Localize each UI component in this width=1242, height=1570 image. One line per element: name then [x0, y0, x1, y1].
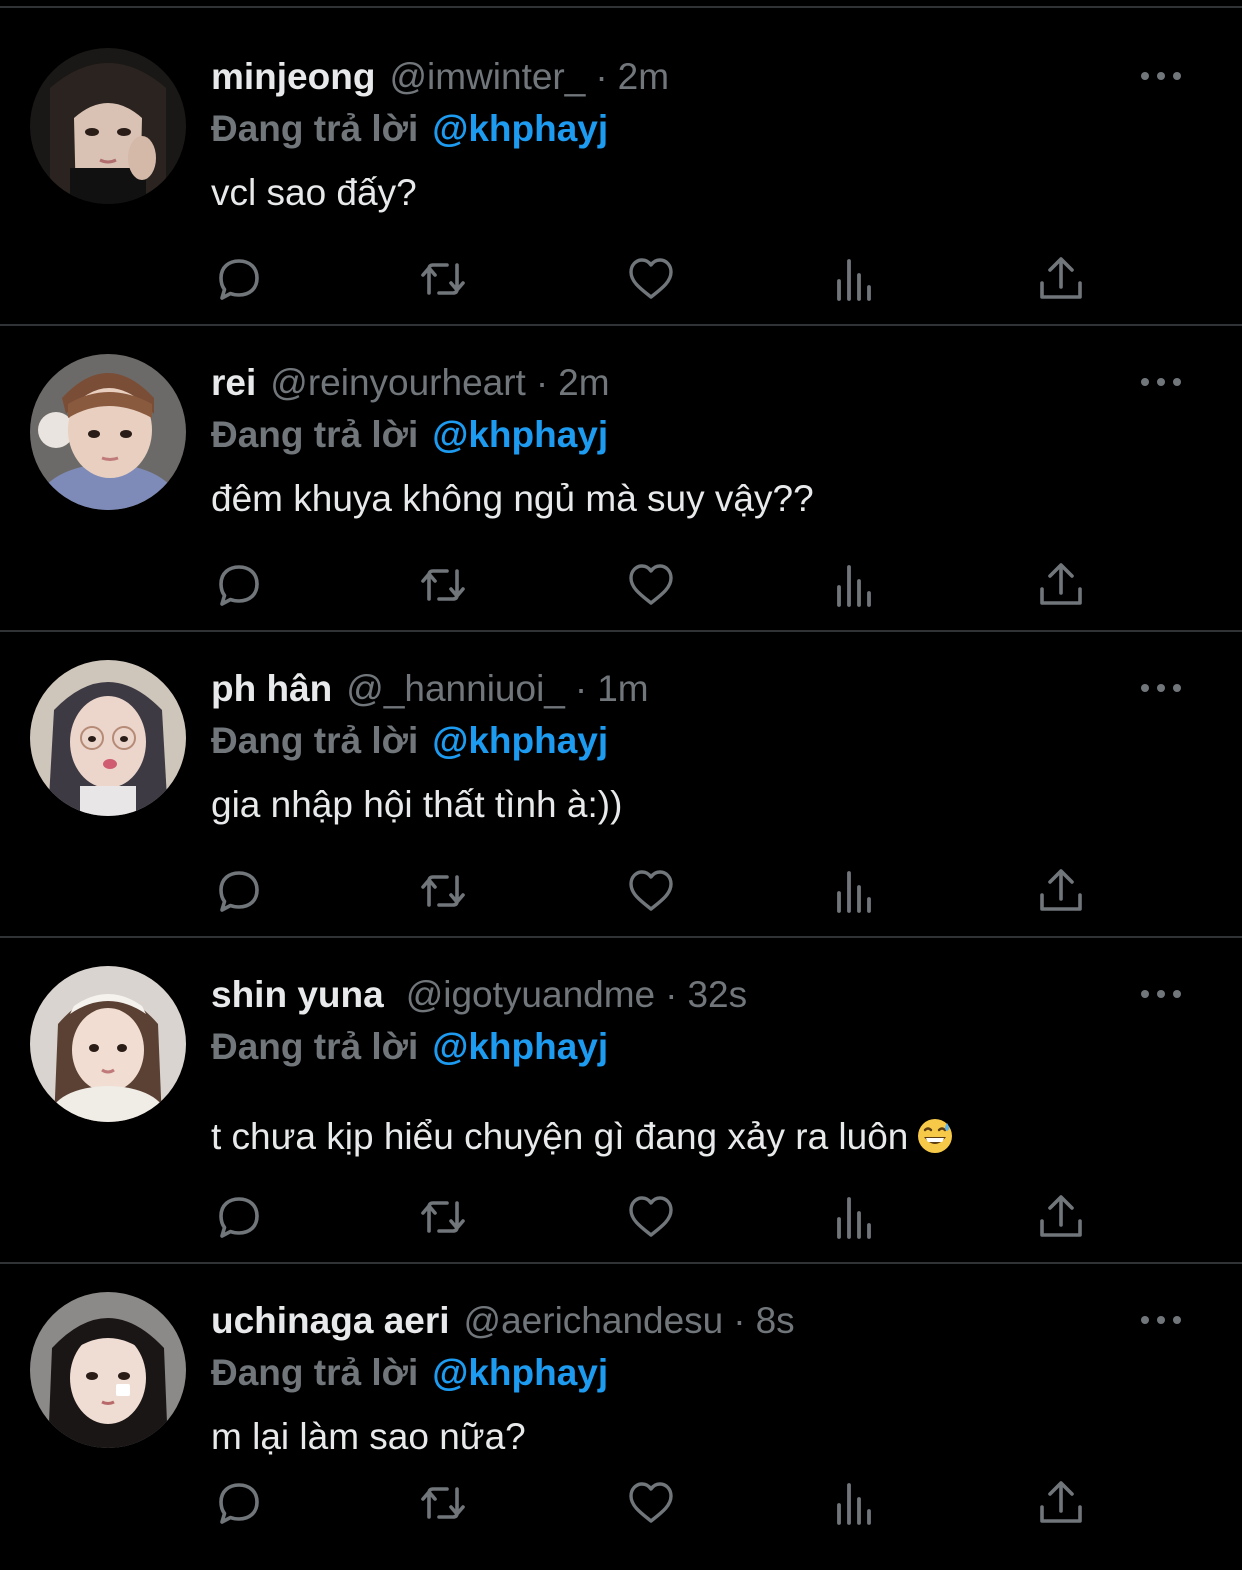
separator-dot: ·: [535, 362, 549, 403]
retweet-icon[interactable]: [415, 251, 471, 307]
replying-to-handle[interactable]: @khphayj: [432, 1026, 608, 1067]
tweet[interactable]: uchinaga aeri @aerichandesu · 8s Đang trả l…: [0, 1264, 1242, 1570]
replying-to-label: Đang trả lời: [211, 720, 419, 761]
separator-dot: ·: [665, 974, 678, 1015]
replying-to-label: Đang trả lời: [211, 1026, 419, 1067]
more-options-icon[interactable]: [1138, 372, 1184, 392]
tweet-text-row: t chưa kịp hiểu chuyện gì đang xảy ra lu…: [211, 1114, 954, 1160]
user-handle[interactable]: @imwinter_: [389, 56, 585, 97]
share-icon[interactable]: [1033, 557, 1089, 613]
like-icon[interactable]: [623, 557, 679, 613]
views-icon[interactable]: [827, 251, 883, 307]
reply-icon[interactable]: [211, 251, 267, 307]
tweet-text: đêm khuya không ngủ mà suy vậy??: [211, 478, 814, 519]
action-bar: [211, 557, 1111, 613]
views-icon[interactable]: [827, 557, 883, 613]
avatar-image: [30, 966, 186, 1122]
more-options-icon[interactable]: [1138, 678, 1184, 698]
action-bar: [211, 1475, 1111, 1531]
tweet-header: shin yuna @igotyuandme · 32s: [211, 972, 747, 1018]
user-handle[interactable]: @igotyuandme: [406, 974, 655, 1015]
avatar[interactable]: [30, 48, 186, 204]
replying-to-handle[interactable]: @khphayj: [432, 1352, 608, 1393]
tweet-header: minjeong @imwinter_ · 2m: [211, 54, 669, 100]
tweet[interactable]: minjeong @imwinter_ · 2m Đang trả lời @khpha…: [0, 20, 1242, 326]
avatar-image: [30, 354, 186, 510]
like-icon[interactable]: [623, 863, 679, 919]
tweet-header: uchinaga aeri @aerichandesu · 8s: [211, 1298, 795, 1344]
grinning-sweat-emoji: [918, 1119, 953, 1153]
retweet-icon[interactable]: [415, 1475, 471, 1531]
timestamp[interactable]: 2m: [618, 56, 669, 97]
avatar[interactable]: [30, 966, 186, 1122]
action-bar: [211, 251, 1111, 307]
replying-to-handle[interactable]: @khphayj: [432, 414, 608, 455]
avatar-image: [30, 1292, 186, 1448]
replying-to-label: Đang trả lời: [211, 108, 419, 149]
avatar[interactable]: [30, 354, 186, 510]
retweet-icon[interactable]: [415, 1189, 471, 1245]
views-icon[interactable]: [827, 1189, 883, 1245]
views-icon[interactable]: [827, 863, 883, 919]
replying-to-handle[interactable]: @khphayj: [432, 108, 608, 149]
replying-to: Đang trả lời @khphayj: [211, 718, 608, 764]
tweet-text: t chưa kịp hiểu chuyện gì đang xảy ra lu…: [211, 1116, 909, 1157]
user-handle[interactable]: @_hanniuoi_: [346, 668, 565, 709]
like-icon[interactable]: [623, 1189, 679, 1245]
replies-feed: minjeong @imwinter_ · 2m Đang trả lời @khpha…: [0, 20, 1242, 1570]
share-icon[interactable]: [1033, 1189, 1089, 1245]
action-bar: [211, 1189, 1111, 1245]
avatar-image: [30, 660, 186, 816]
reply-icon[interactable]: [211, 1189, 267, 1245]
share-icon[interactable]: [1033, 251, 1089, 307]
more-options-icon[interactable]: [1138, 1310, 1184, 1330]
separator-dot: ·: [574, 668, 588, 709]
more-options-icon[interactable]: [1138, 66, 1184, 86]
tweet-header: ph hân @_hanniuoi_ · 1m: [211, 666, 649, 712]
tweet-text: gia nhập hội thất tình à:)): [211, 784, 623, 825]
top-divider: [0, 6, 1242, 8]
replying-to-label: Đang trả lời: [211, 414, 419, 455]
more-options-icon[interactable]: [1138, 984, 1184, 1004]
tweet[interactable]: rei @reinyourheart · 2m Đang trả lời @khphay…: [0, 326, 1242, 632]
display-name[interactable]: ph hân: [211, 668, 332, 709]
retweet-icon[interactable]: [415, 557, 471, 613]
share-icon[interactable]: [1033, 863, 1089, 919]
reply-icon[interactable]: [211, 1475, 267, 1531]
avatar-image: [30, 48, 186, 204]
display-name[interactable]: minjeong: [211, 56, 375, 97]
replying-to: Đang trả lời @khphayj: [211, 412, 608, 458]
tweet-text: m lại làm sao nữa?: [211, 1416, 526, 1457]
tweet[interactable]: shin yuna @igotyuandme · 32s Đang trả lời @k…: [0, 938, 1242, 1264]
tweet[interactable]: ph hân @_hanniuoi_ · 1m Đang trả lời @khphay…: [0, 632, 1242, 938]
timestamp[interactable]: 2m: [558, 362, 609, 403]
like-icon[interactable]: [623, 251, 679, 307]
replying-to-handle[interactable]: @khphayj: [432, 720, 608, 761]
share-icon[interactable]: [1033, 1475, 1089, 1531]
timestamp[interactable]: 32s: [687, 974, 747, 1015]
avatar[interactable]: [30, 660, 186, 816]
display-name[interactable]: shin yuna: [211, 974, 384, 1015]
separator-dot: ·: [595, 56, 608, 97]
avatar[interactable]: [30, 1292, 186, 1448]
user-handle[interactable]: @aerichandesu: [464, 1300, 724, 1341]
replying-to-label: Đang trả lời: [211, 1352, 419, 1393]
tweet-text: vcl sao đấy?: [211, 172, 417, 213]
display-name[interactable]: rei: [211, 362, 256, 403]
tweet-header: rei @reinyourheart · 2m: [211, 360, 610, 406]
reply-icon[interactable]: [211, 557, 267, 613]
timestamp[interactable]: 1m: [597, 668, 648, 709]
reply-icon[interactable]: [211, 863, 267, 919]
like-icon[interactable]: [623, 1475, 679, 1531]
replying-to: Đang trả lời @khphayj: [211, 106, 608, 152]
replying-to: Đang trả lời @khphayj: [211, 1024, 608, 1070]
replying-to: Đang trả lời @khphayj: [211, 1350, 608, 1396]
separator-dot: ·: [733, 1300, 746, 1341]
display-name[interactable]: uchinaga aeri: [211, 1300, 450, 1341]
user-handle[interactable]: @reinyourheart: [270, 362, 526, 403]
timestamp[interactable]: 8s: [756, 1300, 795, 1341]
retweet-icon[interactable]: [415, 863, 471, 919]
action-bar: [211, 863, 1111, 919]
views-icon[interactable]: [827, 1475, 883, 1531]
